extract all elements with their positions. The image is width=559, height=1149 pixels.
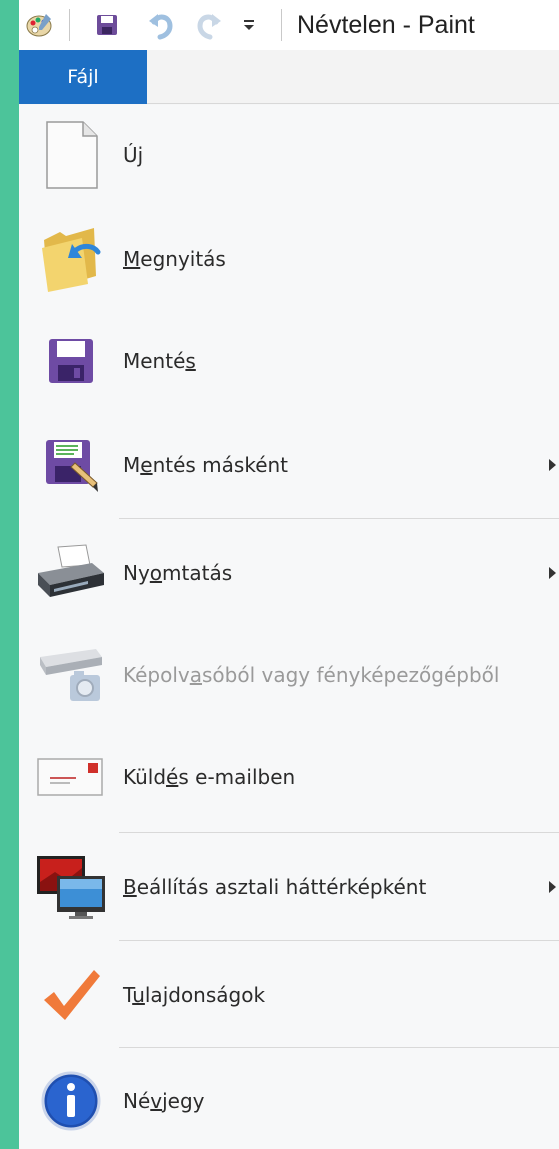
submenu-arrow-icon: [549, 459, 556, 471]
menu-item-label: Beállítás asztali háttérképként: [123, 875, 427, 899]
toolbar-separator: [69, 9, 70, 41]
menu-divider: [119, 832, 559, 833]
menu-item-send-email[interactable]: Küldés e-mailben: [19, 727, 559, 827]
title-bar: Névtelen - Paint: [19, 0, 559, 50]
toolbar-separator: [281, 9, 282, 41]
customize-toolbar-button[interactable]: [235, 8, 263, 42]
checkmark-icon: [35, 959, 107, 1031]
submenu-arrow-icon: [549, 881, 556, 893]
menu-item-new[interactable]: Új: [19, 105, 559, 205]
menu-item-label: Új: [123, 143, 144, 167]
menu-item-open[interactable]: Megnyitás: [19, 209, 559, 309]
submenu-arrow-icon: [549, 567, 556, 579]
menu-divider: [119, 518, 559, 519]
menu-item-label: Névjegy: [123, 1089, 205, 1113]
menu-item-label: Képolvasóból vagy fényképezőgépből: [123, 663, 500, 687]
menu-item-label: Mentés: [123, 349, 196, 373]
window-title: Névtelen - Paint: [297, 11, 475, 39]
new-document-icon: [35, 119, 107, 191]
redo-button[interactable]: [189, 8, 229, 42]
menu-item-print[interactable]: Nyomtatás: [19, 523, 559, 623]
save-icon: [97, 15, 117, 35]
dropdown-arrow-icon: [244, 20, 254, 30]
ribbon-tab-strip: Fájl: [19, 50, 559, 104]
menu-item-set-desktop-background[interactable]: Beállítás asztali háttérképként: [19, 837, 559, 937]
menu-item-label: Megnyitás: [123, 247, 226, 271]
undo-icon: [149, 14, 173, 40]
paint-window: Névtelen - Paint Fájl Új Megnyitás Menté…: [19, 0, 559, 1149]
save-as-icon: [35, 429, 107, 501]
undo-button[interactable]: [141, 8, 181, 42]
menu-divider: [119, 940, 559, 941]
save-disk-icon: [35, 325, 107, 397]
redo-icon: [197, 14, 221, 40]
scanner-camera-icon: [35, 639, 107, 711]
menu-item-save[interactable]: Mentés: [19, 311, 559, 411]
desktop-background-icon: [35, 851, 107, 923]
menu-item-save-as[interactable]: Mentés másként: [19, 415, 559, 515]
paint-app-icon[interactable]: [19, 8, 59, 42]
menu-item-label: Küldés e-mailben: [123, 765, 296, 789]
menu-item-properties[interactable]: Tulajdonságok: [19, 945, 559, 1045]
open-folder-icon: [35, 223, 107, 295]
menu-divider: [119, 1047, 559, 1048]
menu-item-label: Tulajdonságok: [123, 983, 266, 1007]
printer-icon: [35, 537, 107, 609]
menu-item-from-scanner-camera: Képolvasóból vagy fényképezőgépből: [19, 625, 559, 725]
menu-item-label: Nyomtatás: [123, 561, 233, 585]
quick-save-button[interactable]: [89, 8, 125, 42]
tab-file[interactable]: Fájl: [19, 50, 147, 104]
info-icon: [35, 1065, 107, 1137]
email-icon: [35, 741, 107, 813]
menu-item-label: Mentés másként: [123, 453, 289, 477]
file-menu: Új Megnyitás Mentés Mentés másként Nyomt…: [19, 105, 559, 1149]
menu-item-about[interactable]: Névjegy: [19, 1051, 559, 1149]
